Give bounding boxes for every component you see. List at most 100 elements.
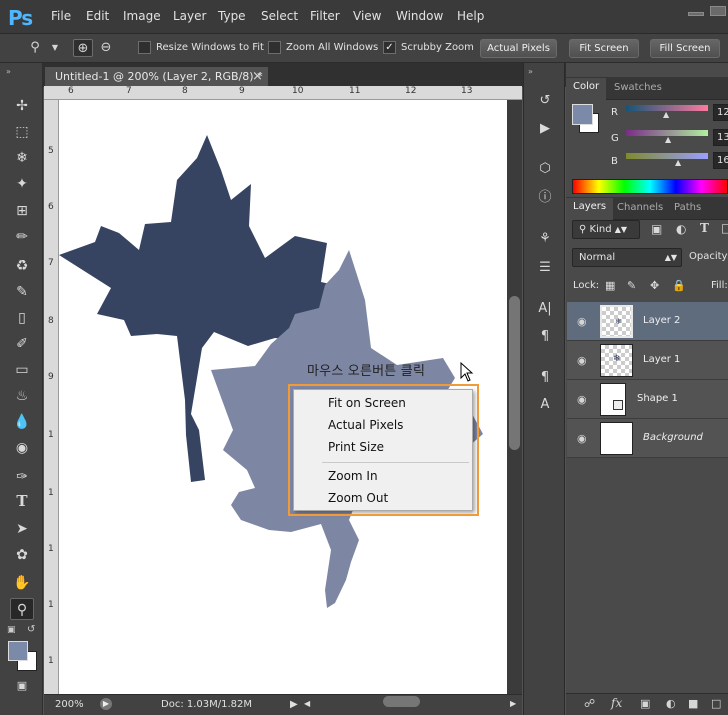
eyedropper-icon[interactable]: ✏: [10, 226, 34, 248]
adjustments-icon[interactable]: ☰: [535, 258, 555, 278]
3d-icon[interactable]: ⬡: [535, 159, 555, 179]
lock-all-icon[interactable]: 🔒: [672, 279, 686, 292]
menu-type[interactable]: Type: [218, 9, 246, 23]
healing-brush-icon[interactable]: ♻: [10, 255, 34, 277]
menu-file[interactable]: File: [51, 9, 71, 23]
channel-b-slider[interactable]: [626, 153, 708, 159]
zoom-tool-preset-icon[interactable]: ⚲: [26, 39, 44, 57]
zoom-all-checkbox[interactable]: [268, 41, 281, 54]
filter-image-icon[interactable]: ▣: [651, 222, 662, 236]
slider-thumb-icon[interactable]: ▲: [675, 158, 681, 167]
layer-row-background[interactable]: ◉ Background: [567, 419, 728, 458]
layer-row-layer-2[interactable]: ◉ ❄ Layer 2: [567, 302, 728, 341]
vertical-scroll-thumb[interactable]: [509, 296, 520, 450]
default-colors-icon[interactable]: ▣: [7, 625, 16, 635]
filter-type-icon[interactable]: T: [700, 221, 709, 235]
info-icon[interactable]: ⓘ: [535, 188, 555, 208]
slider-thumb-icon[interactable]: ▲: [663, 110, 669, 119]
menu-layer[interactable]: Layer: [173, 9, 206, 23]
filter-adjustment-icon[interactable]: ◐: [676, 222, 686, 236]
menu-select[interactable]: Select: [261, 9, 298, 23]
history-icon[interactable]: ↺: [535, 91, 555, 111]
visibility-eye-icon[interactable]: ◉: [577, 354, 587, 367]
scroll-right-icon[interactable]: ▶: [510, 699, 516, 708]
menu-item-zoom-in[interactable]: Zoom In: [328, 469, 378, 483]
horizontal-scroll-thumb[interactable]: [383, 696, 420, 707]
actual-pixels-button[interactable]: Actual Pixels: [480, 39, 557, 58]
menu-image[interactable]: Image: [123, 9, 161, 23]
layer-kind-filter[interactable]: ⚲ Kind ▲▼: [572, 220, 640, 239]
blend-mode-select[interactable]: Normal ▲▼: [572, 248, 682, 267]
layer-style-icon[interactable]: fx: [611, 696, 622, 710]
history-brush-icon[interactable]: ✐: [10, 333, 34, 355]
paint-bucket-icon[interactable]: ♨: [10, 385, 34, 407]
channel-b-value[interactable]: 16: [713, 152, 728, 169]
magic-wand-icon[interactable]: ✦: [10, 173, 34, 195]
tab-swatches[interactable]: Swatches: [614, 82, 662, 93]
new-group-icon[interactable]: ■: [688, 697, 698, 710]
layer-row-shape-1[interactable]: ◉ Shape 1: [567, 380, 728, 419]
menu-edit[interactable]: Edit: [86, 9, 109, 23]
scrubby-zoom-checkbox[interactable]: ✓: [383, 41, 396, 54]
scroll-left-icon[interactable]: ◀: [304, 699, 310, 708]
lasso-tool-icon[interactable]: ❄: [10, 147, 34, 169]
collapse-dock-icon[interactable]: »: [528, 67, 533, 76]
marquee-tool-icon[interactable]: ⬚: [10, 121, 34, 143]
fit-screen-button[interactable]: Fit Screen: [569, 39, 639, 58]
visibility-eye-icon[interactable]: ◉: [577, 432, 587, 445]
add-mask-icon[interactable]: ▣: [640, 697, 650, 710]
crop-tool-icon[interactable]: ⊞: [10, 200, 34, 222]
menu-filter[interactable]: Filter: [310, 9, 340, 23]
channel-g-value[interactable]: 13: [713, 129, 728, 146]
tab-layers[interactable]: Layers: [566, 198, 614, 220]
zoom-in-mode-icon[interactable]: ⊕: [73, 39, 93, 57]
hand-tool-icon[interactable]: ✋: [10, 572, 34, 594]
menu-window[interactable]: Window: [396, 9, 443, 23]
color-foreground-swatch[interactable]: [572, 104, 593, 125]
collapse-icon[interactable]: »: [6, 67, 11, 76]
fill-screen-button[interactable]: Fill Screen: [650, 39, 720, 58]
maximize-button[interactable]: [710, 6, 726, 16]
channel-r-value[interactable]: 12: [713, 104, 728, 121]
brush-preset-icon[interactable]: ⚘: [535, 229, 555, 249]
custom-shape-icon[interactable]: ✿: [10, 544, 34, 566]
paragraph-icon[interactable]: ¶: [535, 327, 555, 347]
document-tab[interactable]: Untitled-1 @ 200% (Layer 2, RGB/8) *: [45, 67, 268, 87]
lock-position-icon[interactable]: ✥: [650, 279, 659, 292]
move-tool-icon[interactable]: ✢: [10, 95, 34, 117]
menu-view[interactable]: View: [353, 9, 381, 23]
clone-stamp-icon[interactable]: ▯: [10, 307, 34, 329]
new-layer-icon[interactable]: □: [711, 697, 721, 710]
pen-tool-icon[interactable]: ✑: [10, 466, 34, 488]
tab-channels[interactable]: Channels: [617, 202, 663, 213]
layer-row-layer-1[interactable]: ◉ ❄ Layer 1: [567, 341, 728, 380]
slider-thumb-icon[interactable]: ▲: [665, 135, 671, 144]
swap-colors-icon[interactable]: ↺: [27, 624, 35, 635]
visibility-eye-icon[interactable]: ◉: [577, 315, 587, 328]
chevron-down-icon[interactable]: ▼: [50, 39, 60, 57]
brush-tool-icon[interactable]: ✎: [10, 281, 34, 303]
link-layers-icon[interactable]: ☍: [584, 697, 595, 710]
close-tab-icon[interactable]: ×: [252, 69, 263, 84]
tab-color[interactable]: Color: [566, 78, 607, 100]
resize-windows-checkbox[interactable]: [138, 41, 151, 54]
blur-tool-icon[interactable]: 💧: [10, 411, 34, 433]
paragraph-styles-icon[interactable]: ¶: [535, 368, 555, 388]
zoom-level[interactable]: 200%: [55, 699, 84, 710]
status-menu-arrow-icon[interactable]: ▶: [290, 699, 298, 710]
visibility-eye-icon[interactable]: ◉: [577, 393, 587, 406]
character-icon[interactable]: A|: [535, 299, 555, 319]
zoom-out-mode-icon[interactable]: ⊖: [97, 39, 115, 57]
menu-help[interactable]: Help: [457, 9, 484, 23]
foreground-color-swatch[interactable]: [8, 641, 28, 661]
menu-item-zoom-out[interactable]: Zoom Out: [328, 491, 388, 505]
eraser-tool-icon[interactable]: ▭: [10, 359, 34, 381]
path-selection-icon[interactable]: ➤: [10, 518, 34, 540]
lock-transparency-icon[interactable]: ▦: [605, 279, 615, 292]
lock-pixels-icon[interactable]: ✎: [627, 279, 636, 292]
color-spectrum-ramp[interactable]: [572, 179, 728, 194]
adjustment-layer-icon[interactable]: ◐: [666, 697, 676, 710]
dodge-tool-icon[interactable]: ◉: [10, 437, 34, 459]
menu-item-actual-pixels[interactable]: Actual Pixels: [328, 418, 403, 432]
character-styles-icon[interactable]: A: [535, 395, 555, 415]
